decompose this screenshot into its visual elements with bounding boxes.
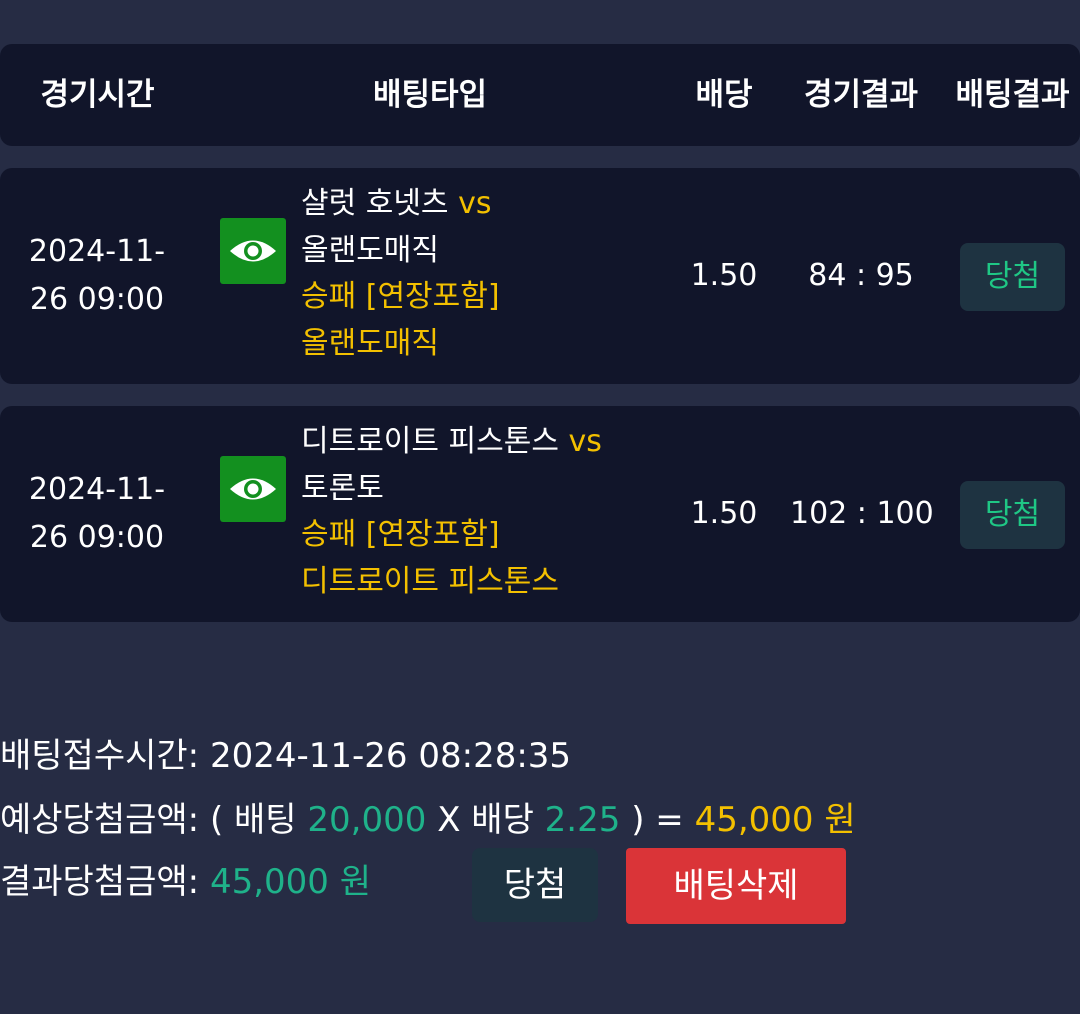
bet-result-badge: 당첨 xyxy=(960,243,1065,311)
game-date: 2024-11- xyxy=(28,234,166,269)
bet-row: 2024-11- 26 09:00 샬럿 호넷츠 vs 올랜도매직 승패 [연장… xyxy=(0,168,1080,384)
game-clock: 26 09:00 xyxy=(29,282,165,317)
home-team: 샬럿 호넷츠 xyxy=(301,186,449,221)
game-score: 84 : 95 xyxy=(808,258,914,293)
bet-amount: 20,000 xyxy=(307,800,427,840)
result-win-line: 결과당첨금액: 45,000 원 xyxy=(0,857,371,907)
game-time: 2024-11- 26 09:00 xyxy=(22,406,172,622)
bet-word: 배팅 xyxy=(234,800,297,840)
header-bet-type: 배팅타입 xyxy=(372,77,488,113)
vs-label: vs xyxy=(458,186,492,221)
header-game-time: 경기시간 xyxy=(40,77,155,113)
bet-pick: 올랜도매직 xyxy=(301,325,439,361)
market-type: 승패 [연장포함] xyxy=(301,517,500,552)
eye-icon-glyph xyxy=(230,240,276,262)
odds-value: 1.50 xyxy=(690,496,758,531)
close-equals: ) = xyxy=(631,800,684,840)
match-line: 샬럿 호넷츠 vs xyxy=(301,181,681,228)
header-bet-result: 배팅결과 xyxy=(955,77,1070,113)
open-paren: ( xyxy=(209,800,224,840)
eye-icon[interactable] xyxy=(220,456,286,522)
away-team: 토론토 xyxy=(301,470,384,506)
game-score: 102 : 100 xyxy=(790,496,934,531)
away-team: 올랜도매직 xyxy=(301,232,439,268)
odds-value: 1.50 xyxy=(690,258,758,293)
expected-win-label: 예상당첨금액: xyxy=(0,800,200,840)
expected-amount: 45,000 원 xyxy=(694,800,856,840)
game-time: 2024-11- 26 09:00 xyxy=(22,168,172,384)
vs-label: vs xyxy=(568,424,602,459)
bet-info: 디트로이트 피스톤스 vs 토론토 승패 [연장포함] 디트로이트 피스톤스 xyxy=(301,419,681,605)
home-team: 디트로이트 피스톤스 xyxy=(301,424,559,459)
total-odds: 2.25 xyxy=(544,800,621,840)
bet-row: 2024-11- 26 09:00 디트로이트 피스톤스 vs 토론토 승패 [… xyxy=(0,406,1080,622)
odds-word: 배당 xyxy=(471,800,534,840)
game-date: 2024-11- xyxy=(28,472,166,507)
table-header: 경기시간 배팅타입 배당 경기결과 배팅결과 xyxy=(0,44,1080,146)
bet-result-badge: 당첨 xyxy=(960,481,1065,549)
delete-bet-button[interactable]: 배팅삭제 xyxy=(626,848,846,924)
eye-icon[interactable] xyxy=(220,218,286,284)
match-line: 디트로이트 피스톤스 vs xyxy=(301,419,681,466)
accept-time-line: 배팅접수시간: 2024-11-26 08:28:35 xyxy=(0,731,571,781)
result-win-label: 결과당첨금액: xyxy=(0,862,200,902)
header-game-result: 경기결과 xyxy=(803,77,919,113)
bet-info: 샬럿 호넷츠 vs 올랜도매직 승패 [연장포함] 올랜도매직 xyxy=(301,181,681,367)
accept-time-label: 배팅접수시간: xyxy=(0,736,200,776)
result-amount: 45,000 원 xyxy=(209,862,372,902)
bet-pick: 디트로이트 피스톤스 xyxy=(301,563,559,599)
win-button[interactable]: 당첨 xyxy=(472,848,598,922)
header-odds: 배당 xyxy=(695,77,753,113)
market-type: 승패 [연장포함] xyxy=(301,279,500,314)
accept-time-value: 2024-11-26 08:28:35 xyxy=(209,736,572,776)
eye-icon-glyph xyxy=(230,478,276,500)
game-clock: 26 09:00 xyxy=(29,520,165,555)
times-sign: X xyxy=(437,800,461,840)
expected-win-line: 예상당첨금액: ( 배팅 20,000 X 배당 2.25 ) = 45,000… xyxy=(0,795,856,845)
